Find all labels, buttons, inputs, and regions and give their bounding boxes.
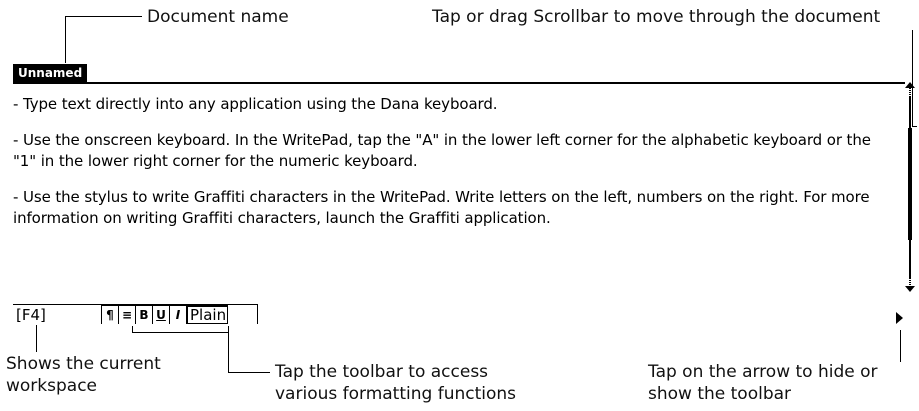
- toolbar-toggle-arrow-icon[interactable]: [896, 312, 903, 324]
- bold-button[interactable]: B: [136, 306, 153, 324]
- callout-scrollbar: Tap or drag Scrollbar to move through th…: [432, 7, 881, 27]
- leader-document-name-v: [65, 16, 66, 63]
- document-window: Unnamed - Type text directly into any ap…: [13, 64, 905, 325]
- callout-arrow-2: show the toolbar: [648, 384, 792, 404]
- scroll-thumb[interactable]: [908, 128, 912, 240]
- align-button[interactable]: ≡: [119, 306, 136, 324]
- callout-workspace-1: Shows the current: [6, 354, 161, 374]
- underline-button[interactable]: U: [153, 306, 170, 324]
- paragraph: - Type text directly into any applicatio…: [13, 95, 498, 113]
- leader-toolbar-h: [228, 372, 270, 373]
- title-bar: Unnamed: [13, 64, 905, 84]
- scroll-up-arrow-icon[interactable]: [905, 82, 915, 96]
- callout-toolbar-2: various formatting functions: [275, 384, 517, 404]
- leader-toolbar-v: [228, 332, 229, 372]
- paragraph-button[interactable]: ¶: [102, 306, 119, 324]
- callout-toolbar-1: Tap the toolbar to access: [275, 362, 489, 382]
- scroll-down-arrow-icon[interactable]: [905, 278, 915, 292]
- paragraph: - Use the stylus to write Graffiti chara…: [13, 188, 870, 227]
- callout-document-name: Document name: [147, 7, 289, 27]
- callout-arrow-1: Tap on the arrow to hide or: [648, 362, 878, 382]
- document-name-tab[interactable]: Unnamed: [13, 64, 88, 82]
- paragraph: - Use the onscreen keyboard. In the Writ…: [13, 131, 871, 170]
- callout-workspace-2: workspace: [6, 376, 98, 396]
- formatting-toolbar: ¶ ≡ B U I Plain: [101, 305, 228, 324]
- leader-toolbar-bracket-h: [132, 332, 229, 333]
- vertical-scrollbar[interactable]: [905, 82, 915, 292]
- style-selector[interactable]: Plain: [187, 306, 227, 324]
- leader-arrow: [900, 330, 901, 362]
- leader-document-name-h: [65, 16, 142, 17]
- workspace-indicator[interactable]: [F4]: [16, 306, 46, 324]
- toolbar-edge: [257, 304, 258, 324]
- italic-button[interactable]: I: [170, 306, 187, 324]
- document-text-area[interactable]: - Type text directly into any applicatio…: [13, 94, 873, 244]
- leader-workspace: [36, 325, 37, 352]
